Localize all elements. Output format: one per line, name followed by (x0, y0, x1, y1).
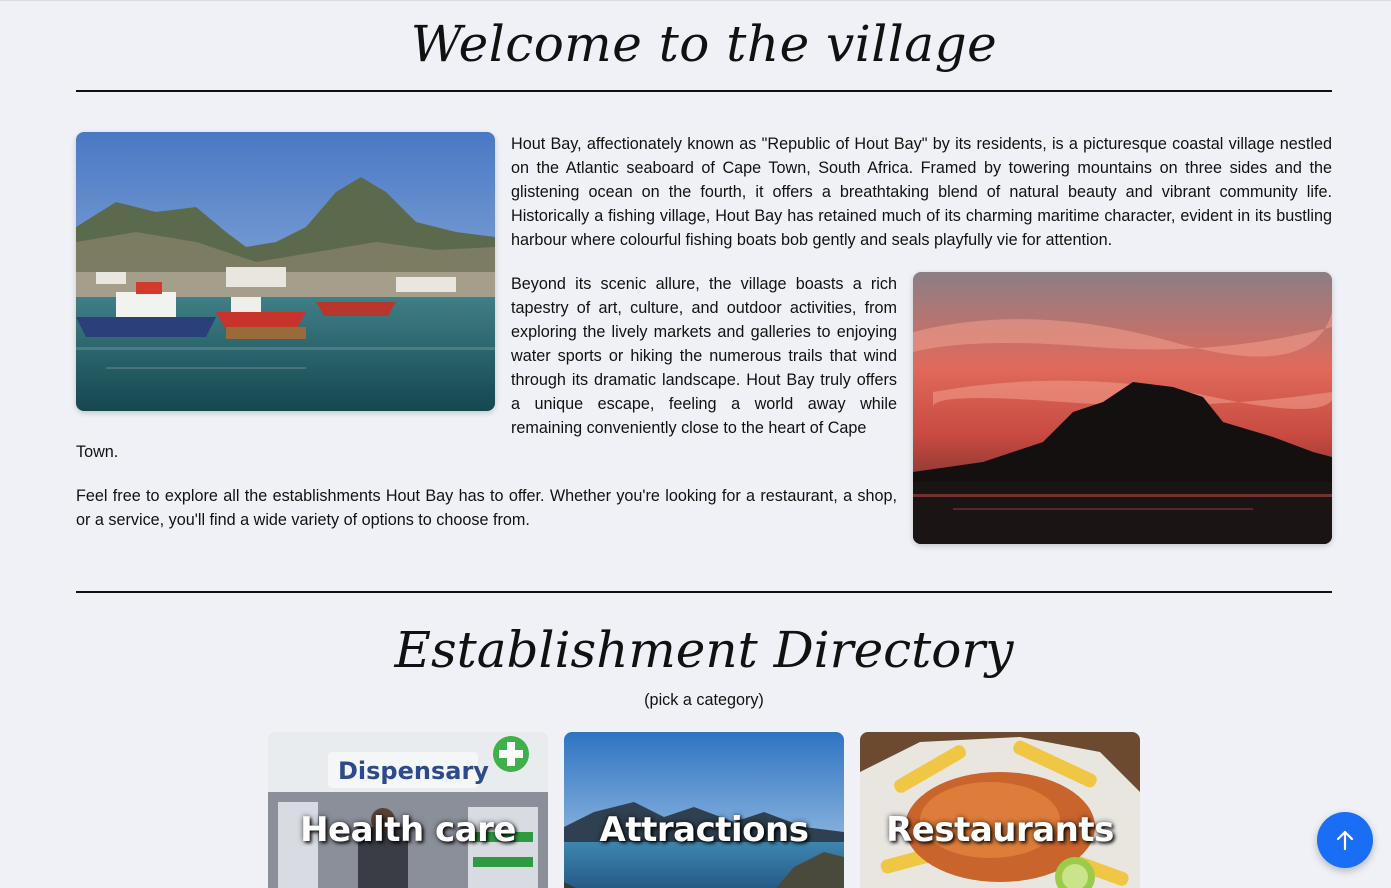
category-card-restaurants[interactable]: Restaurants (860, 732, 1140, 888)
intro-paragraph: Hout Bay, affectionately known as "Repub… (511, 135, 1332, 249)
arrow-up-icon (1336, 830, 1354, 851)
divider (76, 90, 1332, 92)
category-card-health-care[interactable]: Dispensary Health care (268, 732, 548, 888)
harbour-image (76, 132, 495, 411)
svg-text:Dispensary: Dispensary (338, 757, 489, 785)
category-label: Restaurants (886, 810, 1114, 850)
category-label: Health care (300, 810, 516, 850)
sunset-image (913, 272, 1332, 544)
divider (76, 591, 1332, 593)
culture-paragraph: Beyond its scenic allure, the village bo… (511, 275, 897, 437)
directory-title: Establishment Directory (394, 621, 1014, 679)
explore-paragraph: Feel free to explore all the establishme… (76, 487, 897, 529)
category-label: Attractions (599, 810, 809, 850)
culture-paragraph-tail: Town. (76, 443, 119, 461)
welcome-title: Welcome to the village (410, 15, 998, 73)
directory-subtitle: (pick a category) (644, 691, 764, 709)
category-card-attractions[interactable]: Attractions (564, 732, 844, 888)
back-to-top-button[interactable] (1317, 812, 1373, 868)
top-border (0, 0, 1391, 1)
